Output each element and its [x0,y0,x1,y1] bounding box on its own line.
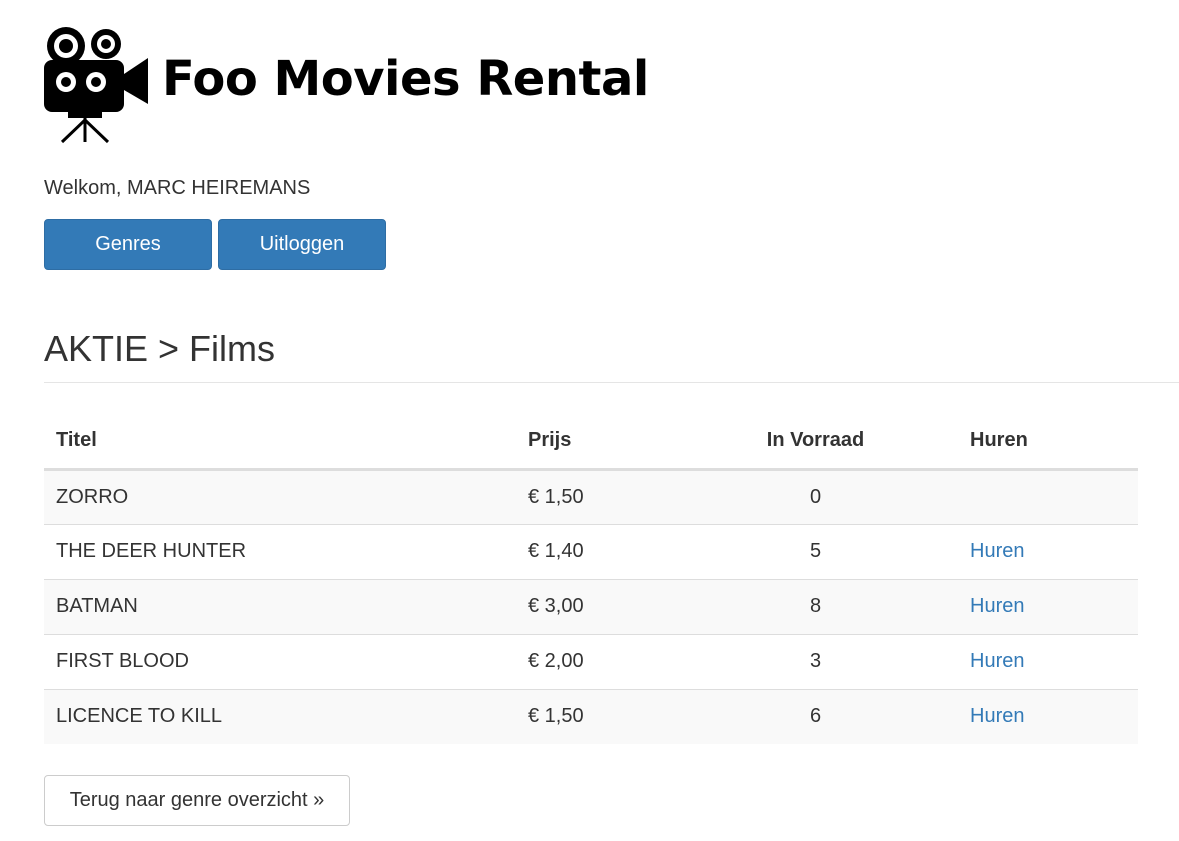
table-row: FIRST BLOOD € 2,00 3 Huren [44,633,1138,689]
film-price: € 1,50 [516,469,691,524]
brand-name: Foo Movies Rental [162,51,649,107]
welcome-message: Welkom, MARC HEIREMANS [44,177,310,200]
rent-link[interactable]: Huren [970,705,1024,727]
film-title: LICENCE TO KILL [44,688,516,744]
column-header-stock: In Vorraad [691,414,940,471]
film-title: THE DEER HUNTER [44,523,516,579]
film-stock: 0 [691,469,940,524]
film-price: € 3,00 [516,578,691,634]
film-title: BATMAN [44,578,516,634]
table-header-row: Titel Prijs In Vorraad Huren [44,414,1138,471]
film-rent-cell: Huren [940,688,1138,744]
film-rent-cell: Huren [940,633,1138,689]
rent-link[interactable]: Huren [970,650,1024,672]
film-title: FIRST BLOOD [44,633,516,689]
table-row: ZORRO € 1,50 0 [44,469,1138,524]
film-rent-cell [940,469,1138,524]
table-row: THE DEER HUNTER € 1,40 5 Huren [44,523,1138,579]
back-to-genres-button[interactable]: Terug naar genre overzicht » [44,775,350,826]
page-title: AKTIE > Films [44,328,276,369]
heading-divider [44,382,1179,383]
films-table: Titel Prijs In Vorraad Huren ZORRO € 1,5… [44,414,1138,744]
page: Foo Movies Rental Welkom, MARC HEIREMANS… [0,0,1179,841]
brand-logo: Foo Movies Rental [38,24,649,144]
user-name: MARC HEIREMANS [126,177,311,199]
table-row: LICENCE TO KILL € 1,50 6 Huren [44,688,1138,744]
table-row: BATMAN € 3,00 8 Huren [44,578,1138,634]
film-stock: 6 [691,688,940,744]
film-stock: 5 [691,523,940,579]
film-title: ZORRO [44,469,516,524]
welcome-prefix: Welkom, [44,177,127,199]
rent-link[interactable]: Huren [970,540,1024,562]
film-rent-cell: Huren [940,578,1138,634]
film-price: € 1,40 [516,523,691,579]
film-price: € 1,50 [516,688,691,744]
column-header-title: Titel [44,414,516,471]
film-price: € 2,00 [516,633,691,689]
film-stock: 3 [691,633,940,689]
film-rent-cell: Huren [940,523,1138,579]
film-stock: 8 [691,578,940,634]
column-header-price: Prijs [516,414,691,471]
genres-button[interactable]: Genres [44,219,212,270]
column-header-rent: Huren [940,414,1138,471]
logout-button[interactable]: Uitloggen [218,219,386,270]
movie-camera-icon [44,27,148,144]
rent-link[interactable]: Huren [970,595,1024,617]
